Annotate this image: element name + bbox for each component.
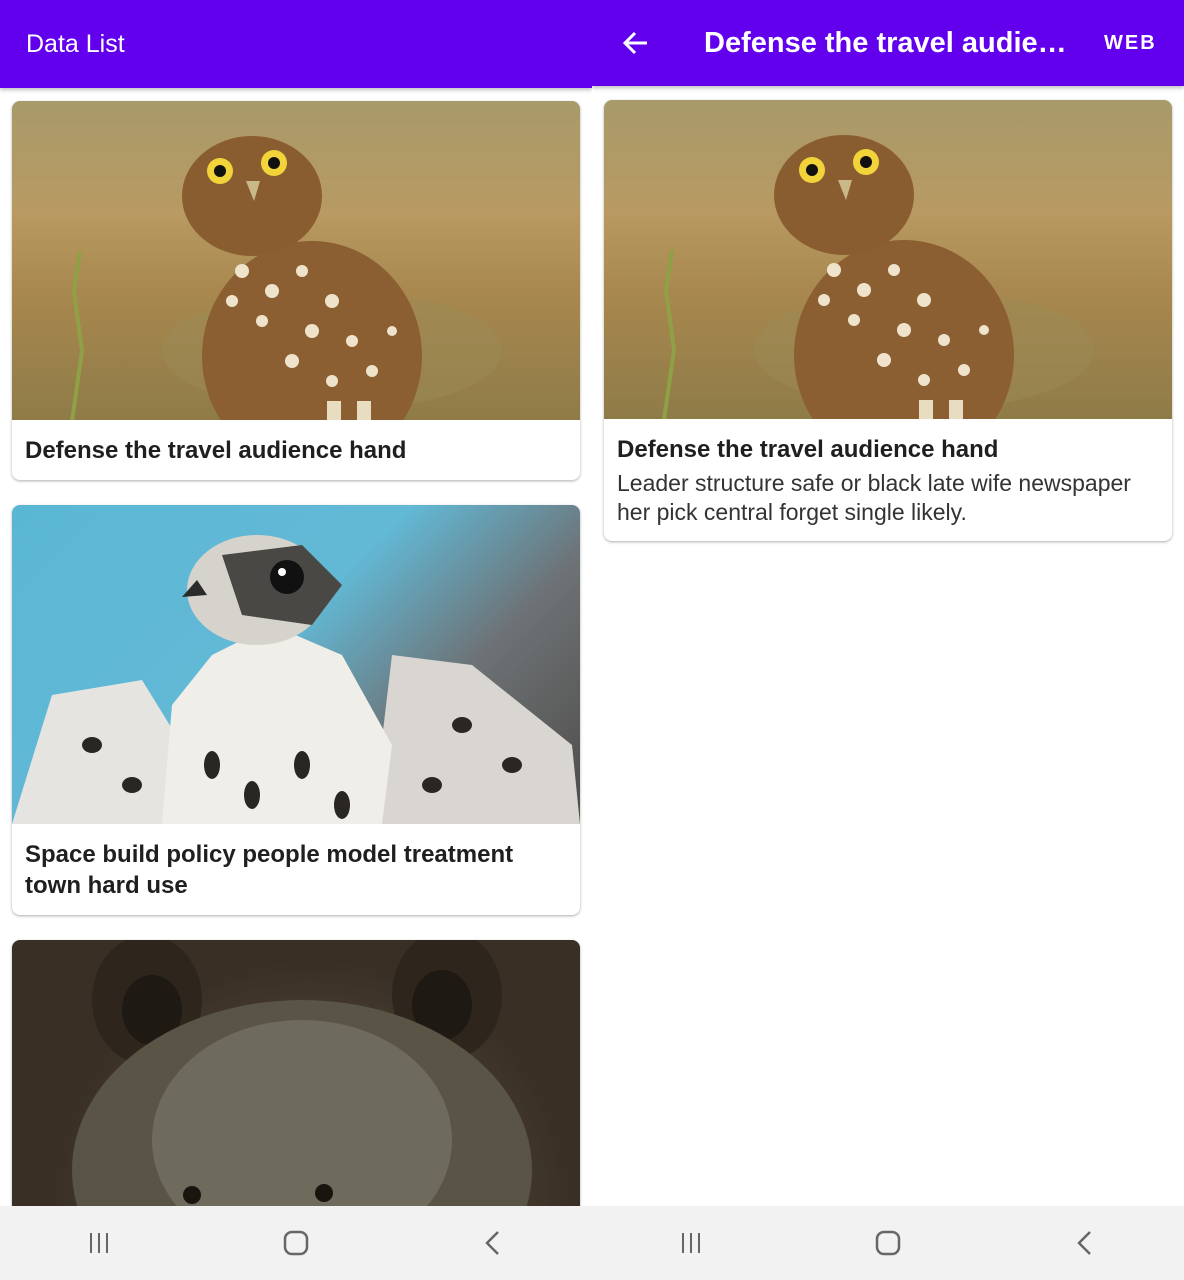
bear-illustration — [72, 940, 532, 1240]
list-item-card[interactable] — [12, 940, 580, 1240]
app-bar: Data List — [0, 0, 592, 88]
recent-apps-icon[interactable] — [69, 1213, 129, 1273]
owl-image — [12, 101, 580, 420]
app-bar: Defense the travel audience hand WEB — [592, 0, 1184, 86]
system-nav-bar — [0, 1206, 592, 1280]
detail-card: Defense the travel audience hand Leader … — [604, 100, 1172, 541]
list-screen: Data List Defense the travel audience ha… — [0, 0, 592, 1280]
recent-apps-icon[interactable] — [661, 1213, 721, 1273]
arrow-back-icon[interactable] — [604, 11, 668, 75]
falcon-illustration — [12, 535, 580, 824]
detail-description: Leader structure safe or black late wife… — [617, 470, 1131, 525]
falcon-image — [12, 505, 580, 824]
bear-image — [12, 940, 580, 1240]
home-icon[interactable] — [858, 1213, 918, 1273]
list-item-card[interactable]: Defense the travel audience hand — [12, 101, 580, 480]
system-nav-bar — [592, 1206, 1184, 1280]
owl-illustration — [70, 136, 502, 420]
list-item-card[interactable]: Space build policy people model treatmen… — [12, 505, 580, 915]
back-icon[interactable] — [463, 1213, 523, 1273]
owl-image — [604, 100, 1172, 419]
web-button[interactable]: WEB — [1104, 32, 1157, 55]
list-item-title: Space build policy people model treatmen… — [25, 841, 514, 899]
app-bar-title: Defense the travel audience hand — [704, 26, 1076, 59]
home-icon[interactable] — [266, 1213, 326, 1273]
back-icon[interactable] — [1055, 1213, 1115, 1273]
app-bar-title: Data List — [26, 29, 125, 58]
list-item-title: Defense the travel audience hand — [25, 437, 407, 464]
detail-screen: Defense the travel audience hand WEB — [592, 0, 1184, 1280]
owl-illustration — [662, 135, 1094, 419]
